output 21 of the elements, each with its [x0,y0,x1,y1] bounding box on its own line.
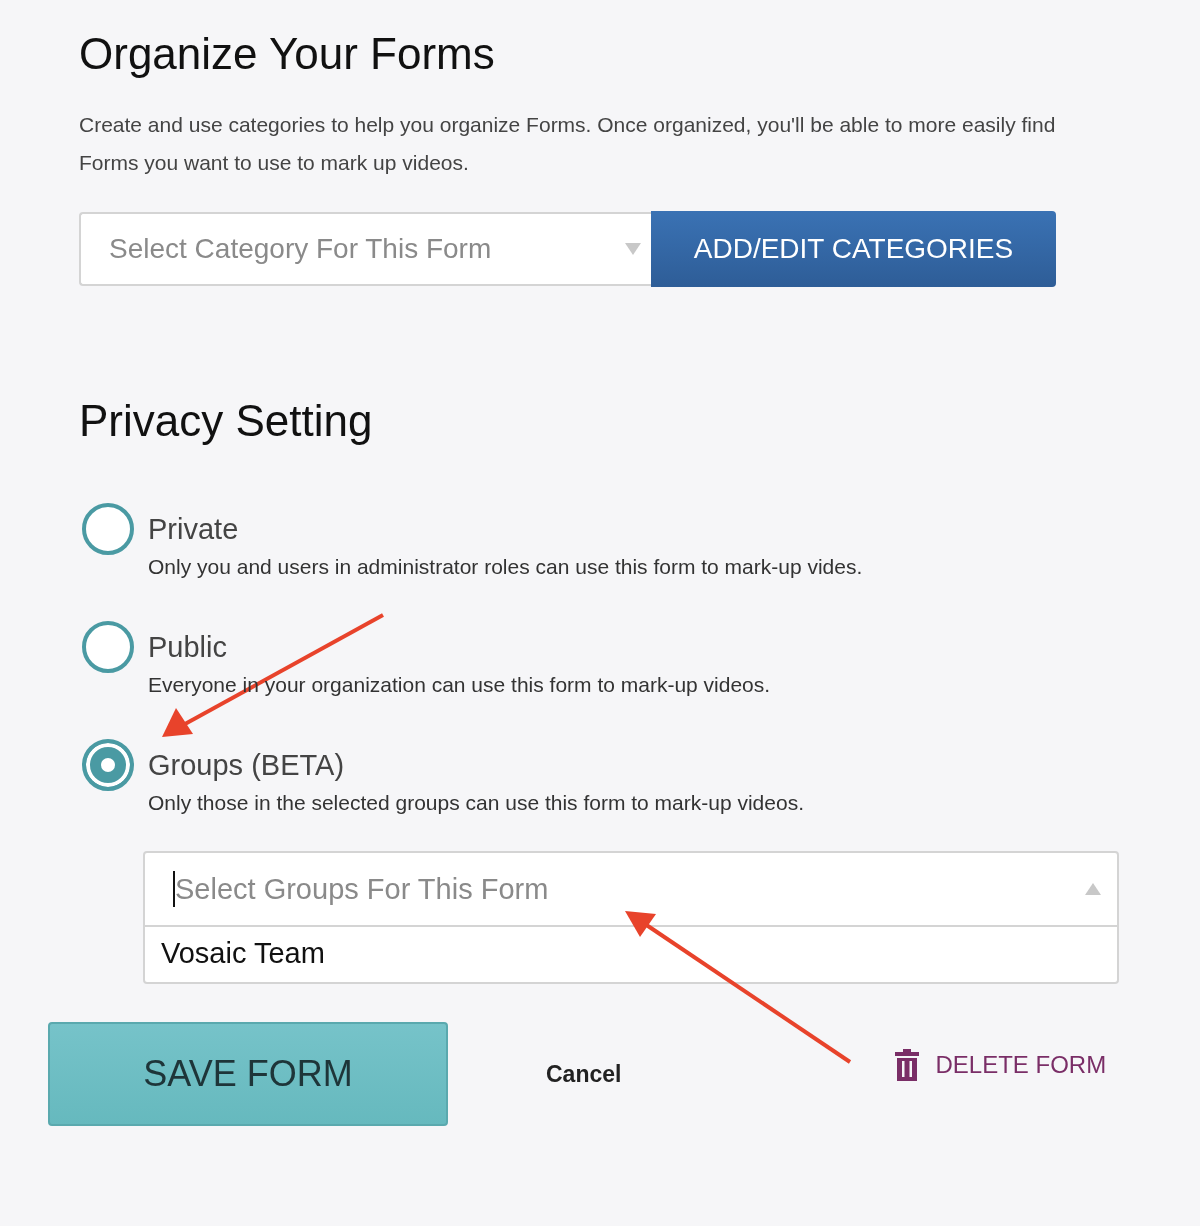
option-description: Only those in the selected groups can use this form to mark-up videos. [148,790,804,816]
caret-icon [625,243,641,255]
groups-search-field[interactable]: Select Groups For This Form [175,872,1085,906]
cancel-button[interactable]: Cancel [546,1060,622,1088]
trash-icon [895,1049,920,1081]
groups-select[interactable]: Select Groups For This Form Vosaic Team [143,851,1119,984]
radio-button[interactable] [82,503,134,555]
section-description: Create and use categories to help you organize Forms. Once organized, you'll be able to more easily find Forms you want to use to mark up videos. [79,112,1057,176]
add-edit-categories-button[interactable]: ADD/EDIT CATEGORIES [651,211,1056,287]
save-form-button[interactable]: SAVE FORM [48,1022,448,1126]
section-title: Privacy Setting [79,395,374,447]
caret-icon [1085,883,1101,895]
option-description: Only you and users in administrator roles can use this form to mark-up vides. [148,554,863,580]
group-option[interactable]: Vosaic Team [145,927,1117,982]
option-label: Groups (BETA) [148,748,346,783]
delete-form-button[interactable]: DELETE FORM [895,1049,1107,1081]
radio-button[interactable] [82,739,134,791]
radio-button[interactable] [82,621,134,673]
option-label: Public [148,630,228,665]
section-title: Organize Your Forms [79,28,496,80]
option-label: Private [148,512,240,547]
